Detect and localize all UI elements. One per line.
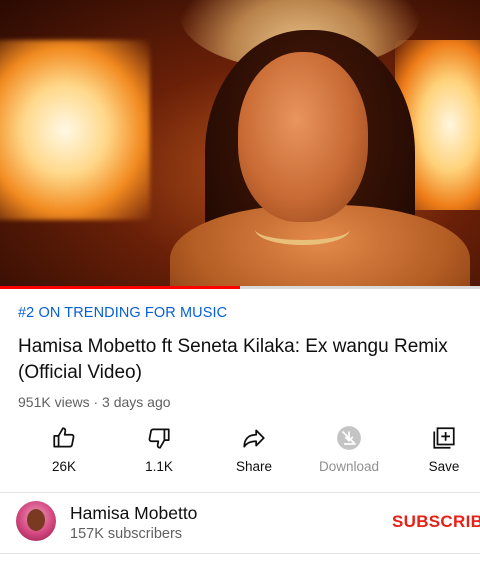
subscribe-button[interactable]: SUBSCRIBE <box>392 512 480 532</box>
save-button[interactable]: Save <box>404 425 480 474</box>
trending-badge[interactable]: #2 ON TRENDING FOR MUSIC <box>18 305 227 321</box>
thumb-down-icon <box>146 425 172 451</box>
performer-face <box>238 52 368 222</box>
video-progress-fill <box>0 286 240 289</box>
like-count: 26K <box>51 459 77 474</box>
video-meta: 951K views · 3 days ago <box>18 394 171 410</box>
thumb-up-icon <box>51 425 77 451</box>
dislike-button[interactable]: 1.1K <box>119 425 199 474</box>
download-button[interactable]: Download <box>309 425 389 474</box>
divider-top <box>0 492 480 493</box>
save-label: Save <box>428 459 460 474</box>
dislike-count: 1.1K <box>145 459 173 474</box>
like-button[interactable]: 26K <box>24 425 104 474</box>
channel-name[interactable]: Hamisa Mobetto <box>70 503 197 524</box>
add-to-playlist-icon <box>431 425 457 451</box>
share-arrow-icon <box>241 425 267 451</box>
subscriber-count: 157K subscribers <box>70 526 183 542</box>
share-label: Share <box>235 459 273 474</box>
action-bar: 26K 1.1K Share Download Save <box>0 425 480 480</box>
channel-avatar[interactable] <box>16 501 56 541</box>
performer-necklace <box>255 214 350 245</box>
download-label: Download <box>318 459 380 474</box>
avatar-face <box>27 509 45 531</box>
channel-row: Hamisa Mobetto 157K subscribers SUBSCRIB… <box>0 494 480 552</box>
video-progress-bar[interactable] <box>0 286 480 289</box>
stage-light-left <box>0 40 150 220</box>
video-title[interactable]: Hamisa Mobetto ft Seneta Kilaka: Ex wang… <box>18 334 468 386</box>
video-player[interactable] <box>0 0 480 286</box>
divider-bottom <box>0 553 480 554</box>
download-disabled-icon <box>336 425 362 451</box>
share-button[interactable]: Share <box>214 425 294 474</box>
